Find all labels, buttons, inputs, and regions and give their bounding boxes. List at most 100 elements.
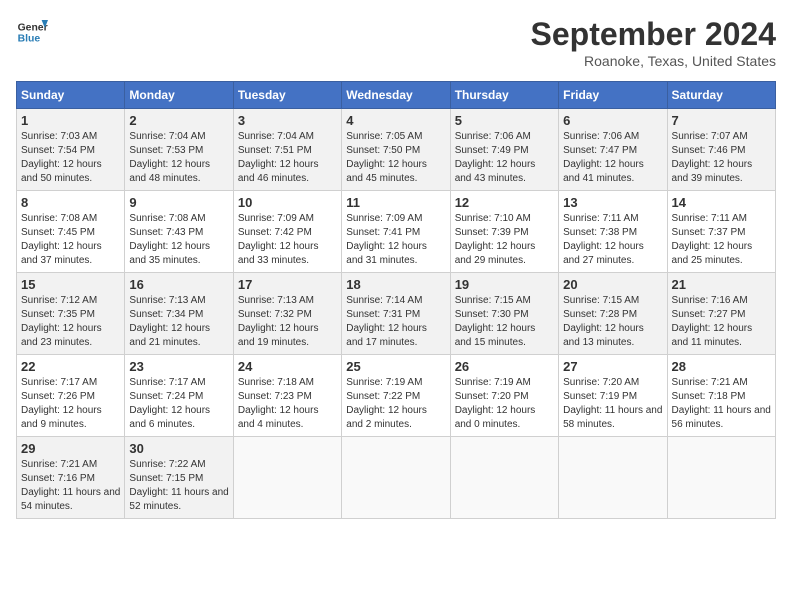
title-area: September 2024 Roanoke, Texas, United St… bbox=[531, 16, 776, 69]
day-info: Sunrise: 7:09 AMSunset: 7:41 PMDaylight:… bbox=[346, 212, 445, 268]
day-number: 29 bbox=[21, 441, 120, 456]
day-number: 12 bbox=[455, 195, 554, 210]
day-info: Sunrise: 7:19 AMSunset: 7:20 PMDaylight:… bbox=[455, 376, 554, 432]
day-info: Sunrise: 7:13 AMSunset: 7:34 PMDaylight:… bbox=[129, 294, 228, 350]
day-number: 27 bbox=[563, 359, 662, 374]
calendar-cell: 27 Sunrise: 7:20 AMSunset: 7:19 PMDaylig… bbox=[559, 355, 667, 437]
day-number: 24 bbox=[238, 359, 337, 374]
calendar-week-5: 29 Sunrise: 7:21 AMSunset: 7:16 PMDaylig… bbox=[17, 437, 776, 519]
day-info: Sunrise: 7:06 AMSunset: 7:49 PMDaylight:… bbox=[455, 130, 554, 186]
calendar-cell: 5 Sunrise: 7:06 AMSunset: 7:49 PMDayligh… bbox=[450, 109, 558, 191]
weekday-header-sunday: Sunday bbox=[17, 82, 125, 109]
calendar-cell: 2 Sunrise: 7:04 AMSunset: 7:53 PMDayligh… bbox=[125, 109, 233, 191]
calendar-cell bbox=[667, 437, 775, 519]
day-info: Sunrise: 7:05 AMSunset: 7:50 PMDaylight:… bbox=[346, 130, 445, 186]
day-info: Sunrise: 7:07 AMSunset: 7:46 PMDaylight:… bbox=[672, 130, 771, 186]
calendar-cell: 26 Sunrise: 7:19 AMSunset: 7:20 PMDaylig… bbox=[450, 355, 558, 437]
day-info: Sunrise: 7:03 AMSunset: 7:54 PMDaylight:… bbox=[21, 130, 120, 186]
calendar-week-3: 15 Sunrise: 7:12 AMSunset: 7:35 PMDaylig… bbox=[17, 273, 776, 355]
day-number: 17 bbox=[238, 277, 337, 292]
weekday-header-monday: Monday bbox=[125, 82, 233, 109]
day-info: Sunrise: 7:06 AMSunset: 7:47 PMDaylight:… bbox=[563, 130, 662, 186]
calendar-cell: 18 Sunrise: 7:14 AMSunset: 7:31 PMDaylig… bbox=[342, 273, 450, 355]
calendar-cell: 13 Sunrise: 7:11 AMSunset: 7:38 PMDaylig… bbox=[559, 191, 667, 273]
day-number: 10 bbox=[238, 195, 337, 210]
calendar-cell: 25 Sunrise: 7:19 AMSunset: 7:22 PMDaylig… bbox=[342, 355, 450, 437]
day-info: Sunrise: 7:08 AMSunset: 7:43 PMDaylight:… bbox=[129, 212, 228, 268]
calendar-cell: 4 Sunrise: 7:05 AMSunset: 7:50 PMDayligh… bbox=[342, 109, 450, 191]
day-info: Sunrise: 7:18 AMSunset: 7:23 PMDaylight:… bbox=[238, 376, 337, 432]
calendar-cell: 30 Sunrise: 7:22 AMSunset: 7:15 PMDaylig… bbox=[125, 437, 233, 519]
calendar-cell bbox=[342, 437, 450, 519]
calendar-cell: 3 Sunrise: 7:04 AMSunset: 7:51 PMDayligh… bbox=[233, 109, 341, 191]
day-number: 22 bbox=[21, 359, 120, 374]
day-number: 21 bbox=[672, 277, 771, 292]
logo: General Blue bbox=[16, 16, 48, 48]
day-number: 6 bbox=[563, 113, 662, 128]
calendar-week-1: 1 Sunrise: 7:03 AMSunset: 7:54 PMDayligh… bbox=[17, 109, 776, 191]
day-info: Sunrise: 7:21 AMSunset: 7:16 PMDaylight:… bbox=[21, 458, 120, 514]
calendar-cell: 17 Sunrise: 7:13 AMSunset: 7:32 PMDaylig… bbox=[233, 273, 341, 355]
calendar-cell: 20 Sunrise: 7:15 AMSunset: 7:28 PMDaylig… bbox=[559, 273, 667, 355]
calendar-cell: 16 Sunrise: 7:13 AMSunset: 7:34 PMDaylig… bbox=[125, 273, 233, 355]
day-info: Sunrise: 7:14 AMSunset: 7:31 PMDaylight:… bbox=[346, 294, 445, 350]
weekday-header-saturday: Saturday bbox=[667, 82, 775, 109]
calendar-cell: 28 Sunrise: 7:21 AMSunset: 7:18 PMDaylig… bbox=[667, 355, 775, 437]
day-info: Sunrise: 7:19 AMSunset: 7:22 PMDaylight:… bbox=[346, 376, 445, 432]
calendar-cell bbox=[233, 437, 341, 519]
day-number: 7 bbox=[672, 113, 771, 128]
day-info: Sunrise: 7:21 AMSunset: 7:18 PMDaylight:… bbox=[672, 376, 771, 432]
day-number: 4 bbox=[346, 113, 445, 128]
day-info: Sunrise: 7:04 AMSunset: 7:53 PMDaylight:… bbox=[129, 130, 228, 186]
weekday-header-tuesday: Tuesday bbox=[233, 82, 341, 109]
day-info: Sunrise: 7:04 AMSunset: 7:51 PMDaylight:… bbox=[238, 130, 337, 186]
calendar-cell: 6 Sunrise: 7:06 AMSunset: 7:47 PMDayligh… bbox=[559, 109, 667, 191]
calendar-cell: 12 Sunrise: 7:10 AMSunset: 7:39 PMDaylig… bbox=[450, 191, 558, 273]
day-number: 23 bbox=[129, 359, 228, 374]
calendar-cell: 10 Sunrise: 7:09 AMSunset: 7:42 PMDaylig… bbox=[233, 191, 341, 273]
day-number: 11 bbox=[346, 195, 445, 210]
logo-icon: General Blue bbox=[16, 16, 48, 48]
day-info: Sunrise: 7:09 AMSunset: 7:42 PMDaylight:… bbox=[238, 212, 337, 268]
day-info: Sunrise: 7:16 AMSunset: 7:27 PMDaylight:… bbox=[672, 294, 771, 350]
weekday-header-friday: Friday bbox=[559, 82, 667, 109]
day-number: 26 bbox=[455, 359, 554, 374]
day-number: 3 bbox=[238, 113, 337, 128]
calendar-cell: 29 Sunrise: 7:21 AMSunset: 7:16 PMDaylig… bbox=[17, 437, 125, 519]
day-info: Sunrise: 7:17 AMSunset: 7:26 PMDaylight:… bbox=[21, 376, 120, 432]
svg-text:Blue: Blue bbox=[18, 34, 41, 45]
day-info: Sunrise: 7:08 AMSunset: 7:45 PMDaylight:… bbox=[21, 212, 120, 268]
day-info: Sunrise: 7:15 AMSunset: 7:30 PMDaylight:… bbox=[455, 294, 554, 350]
calendar-cell: 11 Sunrise: 7:09 AMSunset: 7:41 PMDaylig… bbox=[342, 191, 450, 273]
day-info: Sunrise: 7:13 AMSunset: 7:32 PMDaylight:… bbox=[238, 294, 337, 350]
calendar-cell: 9 Sunrise: 7:08 AMSunset: 7:43 PMDayligh… bbox=[125, 191, 233, 273]
day-number: 14 bbox=[672, 195, 771, 210]
calendar-cell bbox=[450, 437, 558, 519]
calendar-cell: 21 Sunrise: 7:16 AMSunset: 7:27 PMDaylig… bbox=[667, 273, 775, 355]
calendar-cell: 8 Sunrise: 7:08 AMSunset: 7:45 PMDayligh… bbox=[17, 191, 125, 273]
day-number: 16 bbox=[129, 277, 228, 292]
day-number: 15 bbox=[21, 277, 120, 292]
day-number: 8 bbox=[21, 195, 120, 210]
day-info: Sunrise: 7:10 AMSunset: 7:39 PMDaylight:… bbox=[455, 212, 554, 268]
location-subtitle: Roanoke, Texas, United States bbox=[531, 53, 776, 69]
weekday-header-thursday: Thursday bbox=[450, 82, 558, 109]
day-number: 9 bbox=[129, 195, 228, 210]
calendar-cell: 7 Sunrise: 7:07 AMSunset: 7:46 PMDayligh… bbox=[667, 109, 775, 191]
calendar-cell: 24 Sunrise: 7:18 AMSunset: 7:23 PMDaylig… bbox=[233, 355, 341, 437]
day-number: 25 bbox=[346, 359, 445, 374]
day-info: Sunrise: 7:15 AMSunset: 7:28 PMDaylight:… bbox=[563, 294, 662, 350]
day-number: 18 bbox=[346, 277, 445, 292]
calendar-cell: 15 Sunrise: 7:12 AMSunset: 7:35 PMDaylig… bbox=[17, 273, 125, 355]
day-info: Sunrise: 7:12 AMSunset: 7:35 PMDaylight:… bbox=[21, 294, 120, 350]
day-info: Sunrise: 7:22 AMSunset: 7:15 PMDaylight:… bbox=[129, 458, 228, 514]
day-number: 30 bbox=[129, 441, 228, 456]
day-number: 28 bbox=[672, 359, 771, 374]
day-info: Sunrise: 7:11 AMSunset: 7:37 PMDaylight:… bbox=[672, 212, 771, 268]
day-info: Sunrise: 7:20 AMSunset: 7:19 PMDaylight:… bbox=[563, 376, 662, 432]
calendar-cell bbox=[559, 437, 667, 519]
day-number: 20 bbox=[563, 277, 662, 292]
calendar-cell: 14 Sunrise: 7:11 AMSunset: 7:37 PMDaylig… bbox=[667, 191, 775, 273]
calendar-cell: 22 Sunrise: 7:17 AMSunset: 7:26 PMDaylig… bbox=[17, 355, 125, 437]
calendar-week-4: 22 Sunrise: 7:17 AMSunset: 7:26 PMDaylig… bbox=[17, 355, 776, 437]
